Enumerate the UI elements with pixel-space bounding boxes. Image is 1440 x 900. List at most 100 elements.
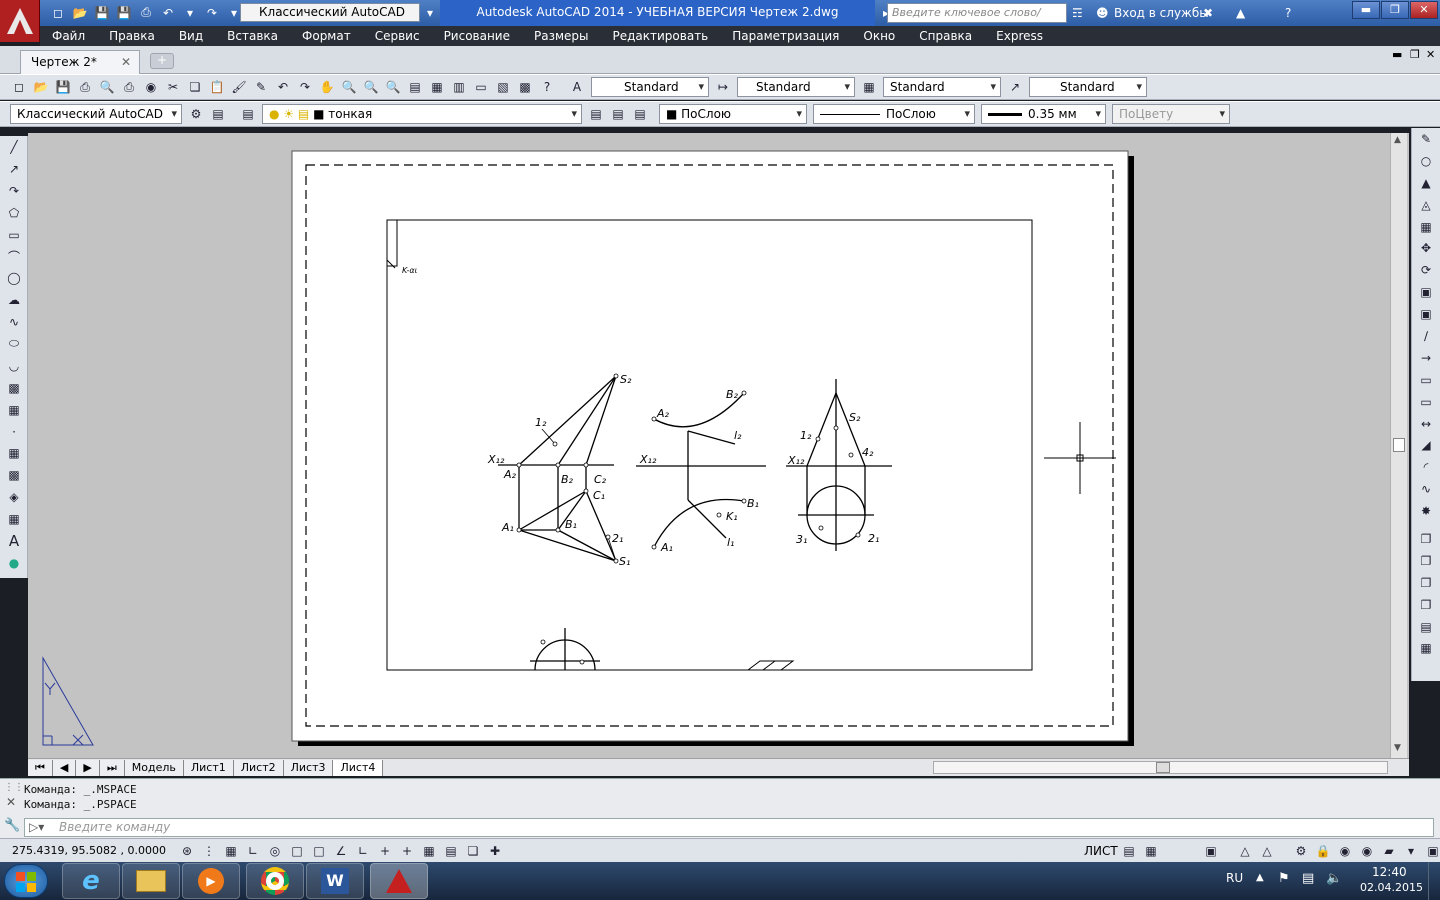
design-center-icon[interactable]: ▦ bbox=[426, 76, 448, 98]
draw-order-under-icon[interactable]: ❐ bbox=[1415, 594, 1437, 616]
tray-date[interactable]: 02.04.2015 bbox=[1360, 881, 1423, 894]
search-input[interactable]: Введите ключевое слово/фразу bbox=[887, 3, 1067, 37]
workspace-combo[interactable]: Классический AutoCAD bbox=[10, 104, 182, 124]
hatch-back-icon[interactable]: ▦ bbox=[1415, 637, 1437, 659]
prev-layout-icon[interactable]: ◀ bbox=[52, 759, 77, 776]
tray-network-icon[interactable]: ▤ bbox=[1302, 871, 1314, 886]
layer-manager-icon[interactable]: ▤ bbox=[207, 103, 229, 125]
last-layout-icon[interactable]: ⏭ bbox=[99, 759, 125, 776]
tray-flag-icon[interactable]: ⚑ bbox=[1278, 871, 1290, 886]
ortho-mode-icon[interactable]: ∟ bbox=[242, 840, 264, 862]
revision-cloud-icon[interactable]: ☁ bbox=[3, 289, 25, 311]
undo-icon[interactable]: ↶ bbox=[158, 3, 178, 22]
chamfer-icon[interactable]: ◢ bbox=[1415, 434, 1437, 456]
user-icon[interactable]: ☻ bbox=[1096, 3, 1109, 23]
command-close-icon[interactable]: ✕ bbox=[6, 795, 16, 809]
new-tab-button[interactable]: + bbox=[150, 53, 174, 69]
start-button[interactable] bbox=[4, 864, 48, 898]
tray-expand-icon[interactable]: ▲ bbox=[1256, 872, 1264, 883]
text-style-icon[interactable]: A bbox=[566, 76, 588, 98]
menu-view[interactable]: Вид bbox=[167, 29, 215, 43]
quick-view-layouts-icon[interactable]: ▤ bbox=[1118, 840, 1140, 862]
command-customize-icon[interactable]: 🔧 bbox=[4, 818, 20, 833]
lock-ui-icon[interactable]: 🔒 bbox=[1312, 840, 1334, 862]
dynamic-ucs-icon[interactable]: ∟ bbox=[352, 840, 374, 862]
scroll-down-icon[interactable]: ▼ bbox=[1394, 743, 1401, 753]
markup-icon[interactable]: ▧ bbox=[492, 76, 514, 98]
3d-object-snap-icon[interactable]: □ bbox=[308, 840, 330, 862]
binoculars-icon[interactable]: ☶ bbox=[1072, 3, 1083, 23]
polar-tracking-icon[interactable]: ◎ bbox=[264, 840, 286, 862]
dim-style-dropdown[interactable]: Standard bbox=[737, 77, 855, 97]
scroll-up-icon[interactable]: ▲ bbox=[1394, 135, 1401, 145]
tray-volume-icon[interactable]: 🔈 bbox=[1326, 871, 1342, 886]
mleader-style-icon[interactable]: ↗ bbox=[1004, 76, 1026, 98]
text-front-icon[interactable]: ▤ bbox=[1415, 616, 1437, 638]
zoom-previous-icon[interactable]: 🔍 bbox=[382, 76, 404, 98]
tab-sheet3[interactable]: Лист3 bbox=[283, 759, 334, 776]
copy-icon[interactable]: ❏ bbox=[184, 76, 206, 98]
show-desktop-button[interactable] bbox=[1428, 862, 1440, 900]
transparency-icon[interactable]: ▦ bbox=[418, 840, 440, 862]
ellipse-arc-icon[interactable]: ◡ bbox=[3, 355, 25, 377]
save-icon[interactable]: 💾 bbox=[52, 76, 74, 98]
annotation-monitor-icon[interactable]: ✚ bbox=[484, 840, 506, 862]
lineweight-toggle-icon[interactable]: + bbox=[396, 840, 418, 862]
layer-states-icon[interactable]: ▤ bbox=[237, 103, 259, 125]
workspace-settings-icon[interactable]: ⚙ bbox=[185, 103, 207, 125]
close-button[interactable]: ✕ bbox=[1410, 1, 1438, 19]
move-icon[interactable]: ✥ bbox=[1415, 237, 1437, 259]
lineweight-dropdown[interactable]: 0.35 мм bbox=[981, 104, 1106, 124]
make-block-icon[interactable]: ▦ bbox=[3, 399, 25, 421]
publish-icon[interactable]: ⎙ bbox=[118, 76, 140, 98]
erase-icon[interactable]: ✎ bbox=[1415, 128, 1437, 150]
menu-edit[interactable]: Правка bbox=[97, 29, 167, 43]
fullscreen-icon[interactable]: ▣ bbox=[1422, 840, 1440, 862]
menu-modify[interactable]: Редактировать bbox=[601, 29, 721, 43]
break-icon[interactable]: ▭ bbox=[1415, 391, 1437, 413]
menu-parametric[interactable]: Параметризация bbox=[720, 29, 851, 43]
draw-order-above-icon[interactable]: ❐ bbox=[1415, 572, 1437, 594]
copy-object-icon[interactable]: ○ bbox=[1415, 150, 1437, 172]
point-icon[interactable]: · bbox=[3, 421, 25, 443]
paper-space-toggle[interactable]: ЛИСТ bbox=[1084, 844, 1118, 858]
block-editor-icon[interactable]: ✎ bbox=[250, 76, 272, 98]
join-icon[interactable]: ↔ bbox=[1415, 413, 1437, 435]
taskbar-ie-icon[interactable]: e bbox=[62, 863, 120, 899]
command-input[interactable]: ▷▾ Введите команду bbox=[24, 818, 1434, 837]
scroll-thumb[interactable] bbox=[1393, 438, 1405, 452]
drawing-canvas[interactable]: K-αι S₂ 1₂ X₁₂ A₂ B₂ C₂ C₁ A₁ B₁ 2₁ S₁ A… bbox=[28, 133, 1409, 758]
open-icon[interactable]: 📂 bbox=[30, 76, 52, 98]
menu-format[interactable]: Формат bbox=[290, 29, 363, 43]
layer-isolate-icon[interactable]: ▤ bbox=[629, 103, 651, 125]
rectangle-icon[interactable]: ▭ bbox=[3, 224, 25, 246]
mleader-style-dropdown[interactable]: Standard bbox=[1029, 77, 1147, 97]
make-current-layer-icon[interactable]: ▤ bbox=[585, 103, 607, 125]
publish-3d-icon[interactable]: ◉ bbox=[140, 76, 162, 98]
draw-order-back-icon[interactable]: ❐ bbox=[1415, 550, 1437, 572]
add-selected-icon[interactable]: ● bbox=[3, 552, 25, 574]
close-tab-icon[interactable]: ✕ bbox=[121, 51, 131, 73]
calculator-icon[interactable]: ▩ bbox=[514, 76, 536, 98]
hatch-icon[interactable]: ▦ bbox=[3, 442, 25, 464]
zoom-realtime-icon[interactable]: 🔍 bbox=[338, 76, 360, 98]
new-file-icon[interactable]: ◻ bbox=[48, 3, 68, 22]
new-icon[interactable]: ◻ bbox=[8, 76, 30, 98]
open-file-icon[interactable]: 📂 bbox=[70, 3, 90, 22]
fillet-icon[interactable]: ◜ bbox=[1415, 456, 1437, 478]
print-icon[interactable]: ⎙ bbox=[136, 3, 156, 22]
menu-express[interactable]: Express bbox=[984, 29, 1055, 43]
taskbar-media-icon[interactable]: ▶ bbox=[182, 863, 240, 899]
tab-sheet1[interactable]: Лист1 bbox=[183, 759, 234, 776]
match-properties-icon[interactable]: 🖌 bbox=[228, 76, 250, 98]
maximize-button[interactable]: ❐ bbox=[1381, 1, 1409, 19]
stretch-icon[interactable]: ▣ bbox=[1415, 303, 1437, 325]
menu-tools[interactable]: Сервис bbox=[363, 29, 432, 43]
draw-order-front-icon[interactable]: ❐ bbox=[1415, 528, 1437, 550]
region-icon[interactable]: ◈ bbox=[3, 486, 25, 508]
minimize-button[interactable]: ▬ bbox=[1352, 1, 1380, 19]
layer-previous-icon[interactable]: ▤ bbox=[607, 103, 629, 125]
workspace-switching-icon[interactable]: ⚙ bbox=[1290, 840, 1312, 862]
grid-display-icon[interactable]: ▦ bbox=[220, 840, 242, 862]
menu-dimension[interactable]: Размеры bbox=[522, 29, 601, 43]
